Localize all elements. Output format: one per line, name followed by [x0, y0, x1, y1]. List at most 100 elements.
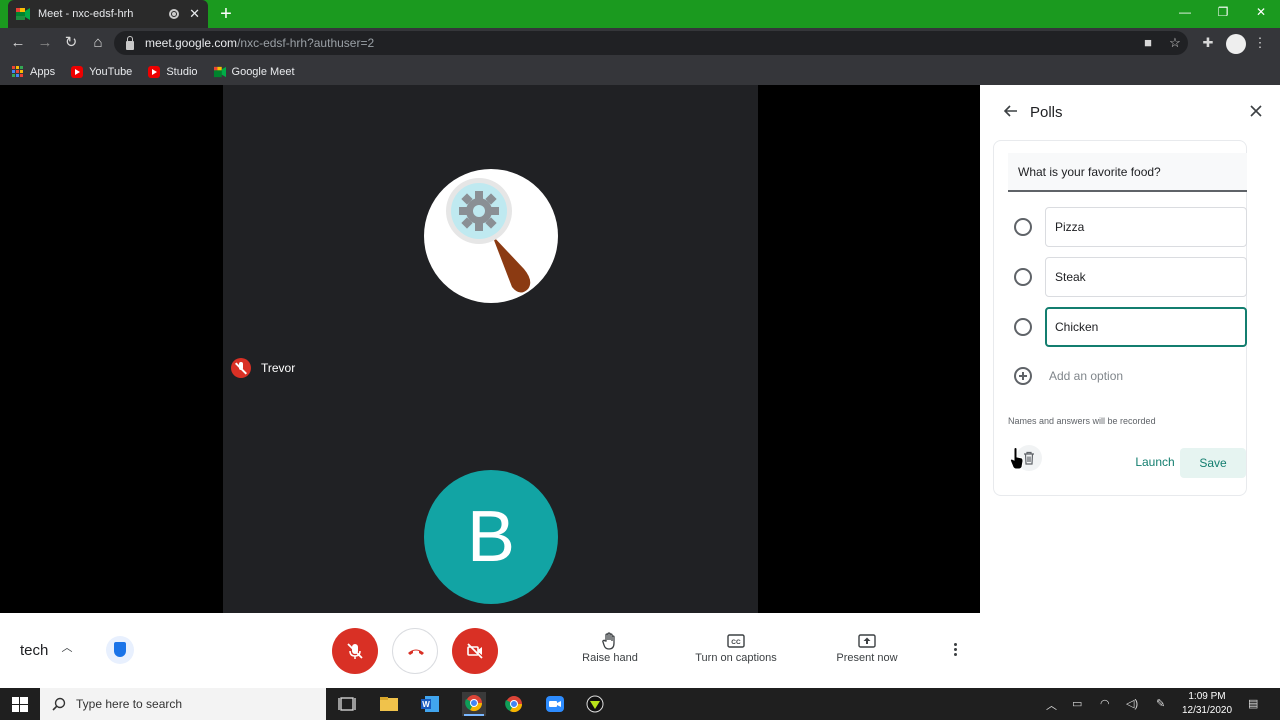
- svg-text:W: W: [422, 700, 430, 709]
- url-host: meet.google.com: [145, 36, 238, 50]
- app-shield-icon[interactable]: [584, 694, 606, 714]
- bookmark-label: YouTube: [89, 65, 133, 78]
- back-icon[interactable]: ←: [7, 32, 29, 54]
- apps-grid-icon: [12, 65, 24, 78]
- camera-off-icon: [467, 643, 483, 659]
- bookmark-label: Google Meet: [231, 65, 295, 78]
- browser-toolbar: ← → ↻ ⌂ meet.google.com/nxc-edsf-hrh?aut…: [0, 28, 1280, 58]
- camera-blocked-icon[interactable]: ■: [1138, 33, 1158, 53]
- bookmark-label: Apps: [30, 65, 56, 78]
- close-icon[interactable]: [1248, 103, 1264, 119]
- chevron-up-icon[interactable]: ︿: [60, 641, 74, 655]
- meeting-stage: Trevor B: [0, 85, 980, 613]
- captions-button[interactable]: CC Turn on captions: [688, 630, 784, 664]
- address-bar[interactable]: meet.google.com/nxc-edsf-hrh?authuser=2: [114, 31, 1188, 55]
- task-view-icon[interactable]: [336, 694, 358, 714]
- reload-icon[interactable]: ↻: [60, 32, 82, 54]
- minimize-icon[interactable]: —: [1166, 0, 1204, 28]
- volume-icon[interactable]: ◁): [1126, 697, 1138, 710]
- add-option-button[interactable]: Add an option: [1014, 367, 1123, 385]
- youtube-icon: [71, 65, 84, 78]
- notifications-icon[interactable]: ▤: [1248, 697, 1258, 710]
- mic-off-icon: [347, 643, 363, 659]
- taskbar-clock[interactable]: 1:09 PM 12/31/2020: [1174, 690, 1240, 718]
- youtube-studio-icon: [148, 65, 161, 78]
- google-meet-icon: [213, 66, 226, 77]
- raise-hand-label: Raise hand: [582, 652, 638, 664]
- menu-kebab-icon[interactable]: ⋮: [1250, 33, 1270, 53]
- chrome-active-icon[interactable]: [462, 692, 486, 716]
- poll-option-input[interactable]: Steak: [1045, 257, 1247, 297]
- leave-call-button[interactable]: [392, 628, 438, 674]
- closed-captions-icon: CC: [727, 634, 745, 648]
- recording-notice: Names and answers will be recorded: [1008, 416, 1156, 426]
- polls-panel: Polls What is your favorite food? Pizza …: [980, 85, 1280, 688]
- extensions-icon[interactable]: ✚: [1198, 33, 1218, 53]
- home-icon[interactable]: ⌂: [87, 32, 109, 54]
- participant-tile[interactable]: Trevor B: [223, 85, 758, 613]
- mouse-pointer-hand-icon: [1010, 448, 1024, 470]
- bookmark-label: Studio: [166, 65, 198, 78]
- save-button[interactable]: Save: [1180, 448, 1246, 478]
- google-meet-favicon-icon: [16, 8, 30, 20]
- self-avatar: B: [424, 470, 558, 604]
- tray-chevron-up-icon[interactable]: ︿: [1046, 697, 1057, 713]
- meeting-safety-button[interactable]: [106, 636, 134, 664]
- shield-lock-icon: [114, 642, 126, 657]
- participant-name-tag: Trevor: [231, 358, 295, 378]
- bookmarks-bar: Apps YouTube Studio Google Meet: [0, 58, 1280, 85]
- tab-close-icon[interactable]: ✕: [189, 6, 200, 22]
- battery-icon[interactable]: ▭: [1072, 697, 1082, 710]
- profile-avatar[interactable]: [1226, 34, 1246, 54]
- add-circle-icon: [1014, 367, 1032, 385]
- meeting-controls-bar: tech ︿ Raise hand CC Turn on captions Pr…: [0, 613, 980, 688]
- poll-option-row: Pizza: [1014, 207, 1247, 247]
- file-explorer-icon[interactable]: [378, 694, 400, 714]
- close-window-icon[interactable]: ✕: [1242, 0, 1280, 28]
- taskbar-search-box[interactable]: Type here to search: [40, 688, 326, 720]
- pen-workspace-icon[interactable]: ✎: [1156, 697, 1165, 710]
- present-now-button[interactable]: Present now: [832, 630, 902, 664]
- clock-date: 12/31/2020: [1181, 705, 1233, 716]
- participant-name: Trevor: [261, 361, 296, 375]
- poll-editor-card: What is your favorite food? Pizza Steak …: [993, 140, 1247, 496]
- radio-circle-icon: [1014, 318, 1032, 336]
- bookmark-apps[interactable]: Apps: [12, 65, 56, 78]
- bookmark-youtube[interactable]: YouTube: [71, 65, 133, 78]
- back-arrow-icon[interactable]: [1002, 102, 1020, 120]
- wifi-icon[interactable]: ◠: [1100, 697, 1110, 710]
- radio-circle-icon: [1014, 218, 1032, 236]
- radio-circle-icon: [1014, 268, 1032, 286]
- chrome-icon[interactable]: [503, 694, 525, 714]
- bookmark-google-meet[interactable]: Google Meet: [213, 65, 295, 78]
- more-options-icon[interactable]: [948, 642, 962, 660]
- windows-taskbar: Type here to search W ︿ ▭ ◠ ◁) ✎ 1:09 PM…: [0, 688, 1280, 720]
- hang-up-icon: [408, 649, 424, 655]
- svg-text:CC: CC: [731, 639, 741, 646]
- zoom-icon[interactable]: [544, 694, 566, 714]
- browser-tab[interactable]: Meet - nxc-edsf-hrh ✕: [8, 0, 208, 28]
- new-tab-button[interactable]: +: [216, 3, 236, 25]
- windows-start-icon[interactable]: [12, 697, 28, 712]
- forward-icon[interactable]: →: [34, 32, 56, 54]
- add-option-label: Add an option: [1049, 369, 1124, 383]
- hand-icon: [602, 632, 615, 650]
- maximize-icon[interactable]: ❐: [1204, 0, 1242, 28]
- poll-option-input[interactable]: Chicken: [1045, 307, 1247, 347]
- microphone-toggle-button[interactable]: [332, 628, 378, 674]
- captions-label: Turn on captions: [695, 652, 777, 664]
- browser-tab-strip: Meet - nxc-edsf-hrh ✕ + — ❐ ✕: [0, 0, 1280, 28]
- word-icon[interactable]: W: [419, 694, 441, 714]
- bookmark-star-icon[interactable]: ☆: [1165, 33, 1185, 53]
- lock-icon: [126, 35, 134, 50]
- clock-time: 1:09 PM: [1188, 691, 1226, 702]
- camera-toggle-button[interactable]: [452, 628, 498, 674]
- poll-option-input[interactable]: Pizza: [1045, 207, 1247, 247]
- poll-question-input[interactable]: What is your favorite food?: [1008, 153, 1247, 192]
- bookmark-studio[interactable]: Studio: [148, 65, 198, 78]
- raise-hand-button[interactable]: Raise hand: [578, 630, 642, 664]
- tab-title: Meet - nxc-edsf-hrh: [38, 8, 134, 20]
- window-controls: — ❐ ✕: [1166, 0, 1280, 28]
- panel-title: Polls: [1030, 104, 1063, 121]
- url-path: /nxc-edsf-hrh?authuser=2: [237, 36, 375, 50]
